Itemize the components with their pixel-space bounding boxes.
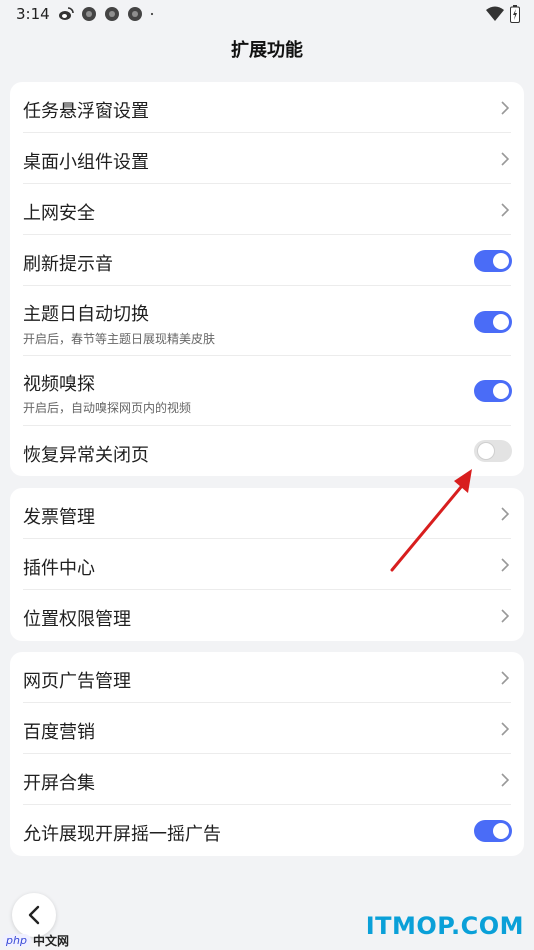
toggle-knob (493, 823, 509, 839)
status-right (486, 5, 520, 23)
chevron-right-icon (501, 203, 510, 217)
battery-icon (510, 5, 520, 23)
row-label: 位置权限管理 (23, 609, 131, 630)
row-description: 开启后，春节等主题日展现精美皮肤 (23, 332, 216, 346)
row-web-security[interactable]: 上网安全 (10, 184, 524, 235)
row-label: 允许展现开屏摇一摇广告 (23, 824, 221, 845)
row-task-float-window[interactable]: 任务悬浮窗设置 (10, 82, 524, 133)
row-label: 网页广告管理 (23, 671, 131, 692)
php-badge: php (2, 933, 31, 947)
toggle-knob (493, 383, 509, 399)
row-label: 桌面小组件设置 (23, 152, 149, 173)
chevron-right-icon (501, 558, 510, 572)
annotation-arrow (390, 469, 472, 572)
row-splash-collection[interactable]: 开屏合集 (10, 754, 524, 805)
chevron-right-icon (501, 101, 510, 115)
chevron-right-icon (501, 609, 510, 623)
status-icons (58, 6, 158, 22)
app-icon (105, 7, 119, 21)
refresh-sound-toggle[interactable] (474, 250, 512, 272)
php-watermark: php 中文网 (2, 931, 69, 949)
row-label: 开屏合集 (23, 773, 95, 794)
page-title: 扩展功能 (231, 40, 303, 61)
toggle-knob (493, 253, 509, 269)
wifi-icon (486, 6, 504, 21)
settings-card-1: 任务悬浮窗设置 桌面小组件设置 上网安全 刷新提示音 主题日自动切换 开启后，春… (10, 82, 524, 476)
row-baidu-marketing[interactable]: 百度营销 (10, 703, 524, 754)
row-label: 上网安全 (23, 203, 95, 224)
row-label: 任务悬浮窗设置 (23, 101, 149, 122)
row-desktop-widget[interactable]: 桌面小组件设置 (10, 133, 524, 184)
video-sniff-toggle[interactable] (474, 380, 512, 402)
row-shake-splash-ads: 允许展现开屏摇一摇广告 (10, 805, 524, 856)
theme-day-toggle[interactable] (474, 311, 512, 333)
php-watermark-text: 中文网 (32, 933, 69, 948)
app-icon (82, 7, 96, 21)
status-time: 3:14 (16, 5, 50, 23)
row-label: 视频嗅探 (23, 374, 95, 395)
itmop-watermark: ITMOP.COM (365, 912, 524, 940)
row-video-sniff: 视频嗅探 开启后，自动嗅探网页内的视频 (10, 356, 524, 426)
row-description: 开启后，自动嗅探网页内的视频 (23, 401, 192, 415)
row-label: 刷新提示音 (23, 254, 113, 275)
dot-icon (150, 12, 154, 16)
row-theme-day-switch: 主题日自动切换 开启后，春节等主题日展现精美皮肤 (10, 286, 524, 356)
row-label: 百度营销 (23, 722, 95, 743)
row-label: 主题日自动切换 (23, 304, 149, 325)
chevron-right-icon (501, 722, 510, 736)
weibo-icon (59, 7, 74, 20)
toggle-knob (493, 314, 509, 330)
row-label: 插件中心 (23, 558, 95, 579)
chevron-right-icon (501, 152, 510, 166)
row-label: 发票管理 (23, 507, 95, 528)
row-location-permission[interactable]: 位置权限管理 (10, 590, 524, 641)
chevron-right-icon (501, 507, 510, 521)
row-refresh-sound: 刷新提示音 (10, 235, 524, 286)
row-label: 恢复异常关闭页 (23, 445, 149, 466)
shake-ads-toggle[interactable] (474, 820, 512, 842)
chevron-right-icon (501, 671, 510, 685)
status-bar: 3:14 (0, 0, 534, 28)
settings-card-3: 网页广告管理 百度营销 开屏合集 允许展现开屏摇一摇广告 (10, 652, 524, 856)
row-web-ad-management[interactable]: 网页广告管理 (10, 652, 524, 703)
chevron-right-icon (501, 773, 510, 787)
app-icon (128, 7, 142, 21)
